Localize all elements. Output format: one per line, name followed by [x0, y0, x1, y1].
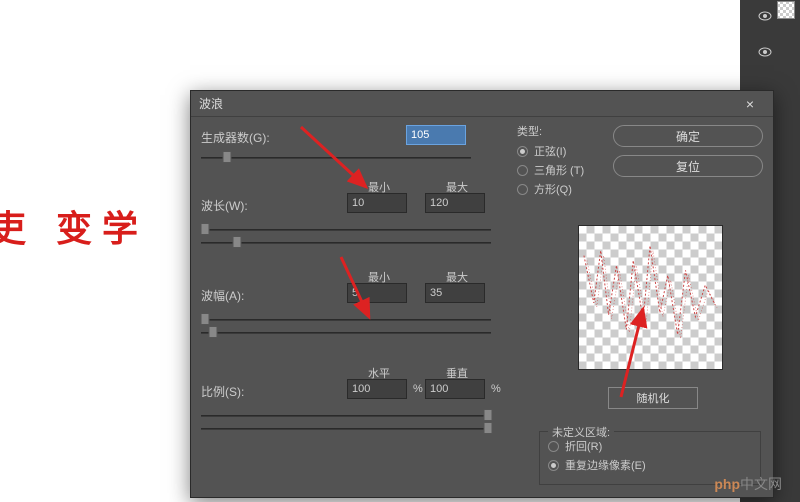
- close-button[interactable]: ×: [735, 94, 765, 114]
- wavelength-thumb-min[interactable]: [201, 223, 210, 235]
- visibility-icon[interactable]: [758, 11, 772, 21]
- scale-v-input[interactable]: [425, 379, 485, 399]
- generators-label: 生成器数(G):: [201, 129, 291, 146]
- wrap-around-radio[interactable]: 折回(R): [548, 438, 752, 454]
- radio-icon: [517, 184, 528, 195]
- wavelength-slider-bottom[interactable]: [201, 242, 491, 244]
- scale-slider-top[interactable]: [201, 415, 491, 417]
- dialog-body: 生成器数(G): 最小 最大 波长(W): 最小 最大 波幅(A): 水平 垂直: [191, 117, 773, 497]
- watermark-php: php: [714, 476, 740, 492]
- watermark: php中文网: [706, 472, 790, 496]
- scale-h-input[interactable]: [347, 379, 407, 399]
- visibility-icon[interactable]: [758, 47, 772, 57]
- scale-slider-bottom[interactable]: [201, 428, 491, 430]
- preview-wave: [579, 226, 722, 369]
- canvas-text: 吏 变学: [0, 200, 148, 252]
- layer-thumbnail[interactable]: [777, 1, 795, 19]
- repeat-edge-label: 重复边缘像素(E): [565, 457, 646, 473]
- repeat-edge-radio[interactable]: 重复边缘像素(E): [548, 457, 752, 473]
- radio-icon: [548, 441, 559, 452]
- wavelength-slider-top[interactable]: [201, 229, 491, 231]
- amplitude-slider-top[interactable]: [201, 319, 491, 321]
- percent-label: %: [413, 383, 423, 395]
- reset-button[interactable]: 复位: [613, 155, 763, 177]
- amplitude-thumb-min[interactable]: [201, 313, 210, 325]
- wavelength-min-input[interactable]: [347, 193, 407, 213]
- randomize-button[interactable]: 随机化: [608, 387, 698, 409]
- wavelength-thumb-max[interactable]: [233, 236, 242, 248]
- dialog-titlebar[interactable]: 波浪 ×: [191, 91, 773, 117]
- amplitude-min-input[interactable]: [347, 283, 407, 303]
- wavelength-max-input[interactable]: [425, 193, 485, 213]
- ok-button[interactable]: 确定: [613, 125, 763, 147]
- preview-box: [578, 225, 723, 370]
- watermark-cn: 中文网: [740, 476, 782, 492]
- wrap-around-label: 折回(R): [565, 438, 602, 454]
- amplitude-slider-bottom[interactable]: [201, 332, 491, 334]
- wave-dialog: 波浪 × 生成器数(G): 最小 最大 波长(W): 最小 最大 波幅(A):: [190, 90, 774, 498]
- generators-slider-thumb[interactable]: [223, 151, 232, 163]
- amplitude-max-input[interactable]: [425, 283, 485, 303]
- generators-input[interactable]: [406, 125, 466, 145]
- scale-label: 比例(S):: [201, 383, 291, 400]
- undefined-legend: 未定义区域:: [548, 424, 614, 440]
- scale-thumb-v[interactable]: [484, 422, 493, 434]
- radio-icon: [517, 146, 528, 157]
- amplitude-label: 波幅(A):: [201, 287, 291, 304]
- generators-slider[interactable]: [201, 157, 471, 159]
- wavelength-label: 波长(W):: [201, 197, 291, 214]
- radio-icon: [548, 460, 559, 471]
- amplitude-thumb-max[interactable]: [209, 326, 218, 338]
- percent-label: %: [491, 383, 501, 395]
- scale-thumb-h[interactable]: [484, 409, 493, 421]
- radio-icon: [517, 165, 528, 176]
- dialog-title: 波浪: [199, 95, 735, 112]
